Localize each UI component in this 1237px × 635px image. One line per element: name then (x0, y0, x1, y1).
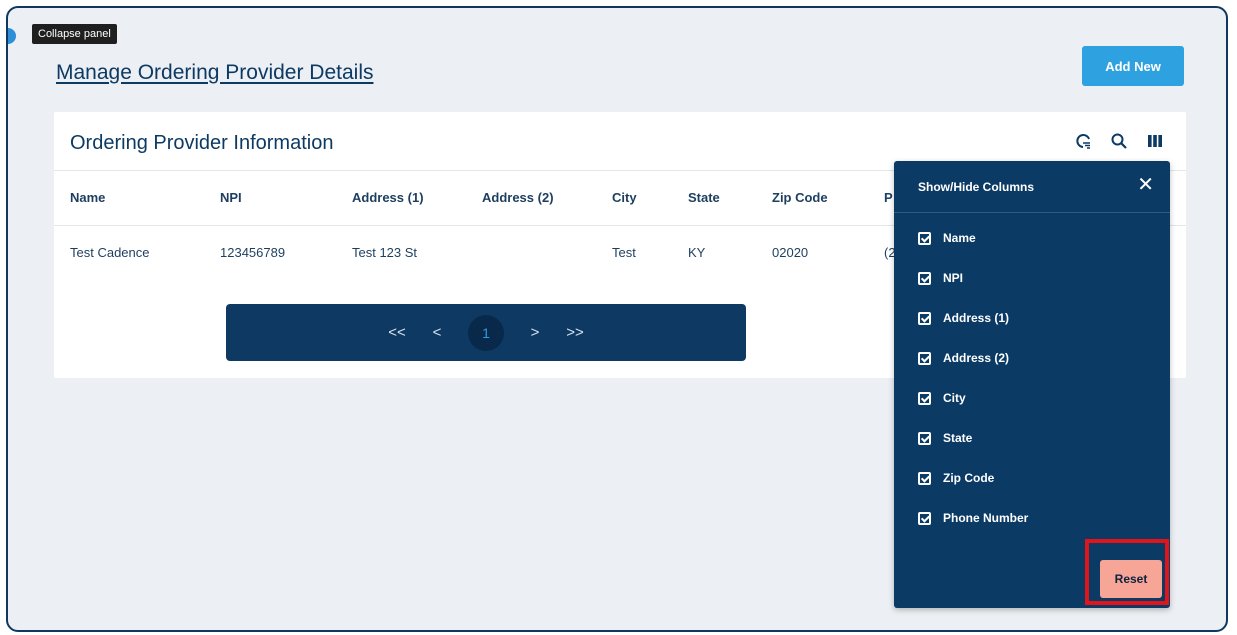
column-panel-header: Show/Hide Columns ✕ (894, 161, 1170, 213)
add-new-button[interactable]: Add New (1082, 46, 1184, 86)
next-page-button[interactable]: > (526, 324, 544, 341)
column-toggle-label: Zip Code (943, 471, 995, 485)
column-header-npi[interactable]: NPI (220, 190, 242, 205)
column-toggle-phone-number[interactable]: Phone Number (918, 507, 1028, 529)
pagination: << < 1 > >> (226, 304, 746, 361)
close-icon[interactable]: ✕ (1137, 174, 1154, 196)
card-toolbar (1074, 132, 1164, 150)
column-toggle-name[interactable]: Name (918, 227, 976, 249)
checkbox-checked-icon[interactable] (918, 471, 931, 485)
filter-icon[interactable] (1074, 132, 1092, 150)
checkbox-checked-icon[interactable] (918, 231, 931, 245)
column-header-address-1[interactable]: Address (1) (352, 190, 424, 205)
column-panel-title: Show/Hide Columns (918, 180, 1035, 194)
column-header-city[interactable]: City (612, 190, 637, 205)
column-header-phone[interactable]: P (884, 190, 893, 205)
checkbox-checked-icon[interactable] (918, 391, 931, 405)
column-toggle-label: NPI (943, 271, 964, 285)
cell-address-1: Test 123 St (352, 245, 418, 260)
cell-city: Test (612, 245, 636, 260)
column-header-state[interactable]: State (688, 190, 720, 205)
columns-icon[interactable] (1146, 132, 1164, 150)
checkbox-checked-icon[interactable] (918, 271, 931, 285)
column-toggle-label: Phone Number (943, 511, 1029, 525)
column-toggle-label: Name (943, 231, 976, 245)
checkbox-checked-icon[interactable] (918, 511, 931, 525)
checkbox-checked-icon[interactable] (918, 431, 931, 445)
previous-page-button[interactable]: < (428, 324, 446, 341)
column-header-zip-code[interactable]: Zip Code (772, 190, 828, 205)
card-title: Ordering Provider Information (70, 132, 334, 154)
cell-state: KY (688, 245, 706, 260)
column-toggle-address-1[interactable]: Address (1) (918, 307, 1009, 329)
checkbox-checked-icon[interactable] (918, 351, 931, 365)
checkbox-checked-icon[interactable] (918, 311, 931, 325)
column-header-name[interactable]: Name (70, 190, 105, 205)
column-toggle-city[interactable]: City (918, 387, 966, 409)
cell-zip-code: 02020 (772, 245, 809, 260)
collapse-panel-handle[interactable] (8, 28, 16, 44)
column-toggle-label: City (943, 391, 966, 405)
reset-button[interactable]: Reset (1100, 560, 1162, 598)
column-toggle-label: Address (1) (943, 311, 1010, 325)
column-toggle-npi[interactable]: NPI (918, 267, 963, 289)
column-toggle-label: State (943, 431, 973, 445)
column-toggle-label: Address (2) (943, 351, 1010, 365)
column-toggle-address-2[interactable]: Address (2) (918, 347, 1009, 369)
collapse-panel-tooltip: Collapse panel (32, 24, 117, 44)
first-page-button[interactable]: << (388, 324, 406, 341)
page-title[interactable]: Manage Ordering Provider Details (56, 61, 373, 85)
column-header-address-2[interactable]: Address (2) (482, 190, 554, 205)
last-page-button[interactable]: >> (566, 324, 584, 341)
column-toggle-state[interactable]: State (918, 427, 972, 449)
cell-npi: 123456789 (220, 245, 286, 260)
cell-name: Test Cadence (70, 245, 150, 260)
column-toggle-zip-code[interactable]: Zip Code (918, 467, 994, 489)
app-window: Collapse panel Manage Ordering Provider … (6, 6, 1228, 632)
current-page-button[interactable]: 1 (468, 314, 504, 351)
search-icon[interactable] (1110, 132, 1128, 150)
